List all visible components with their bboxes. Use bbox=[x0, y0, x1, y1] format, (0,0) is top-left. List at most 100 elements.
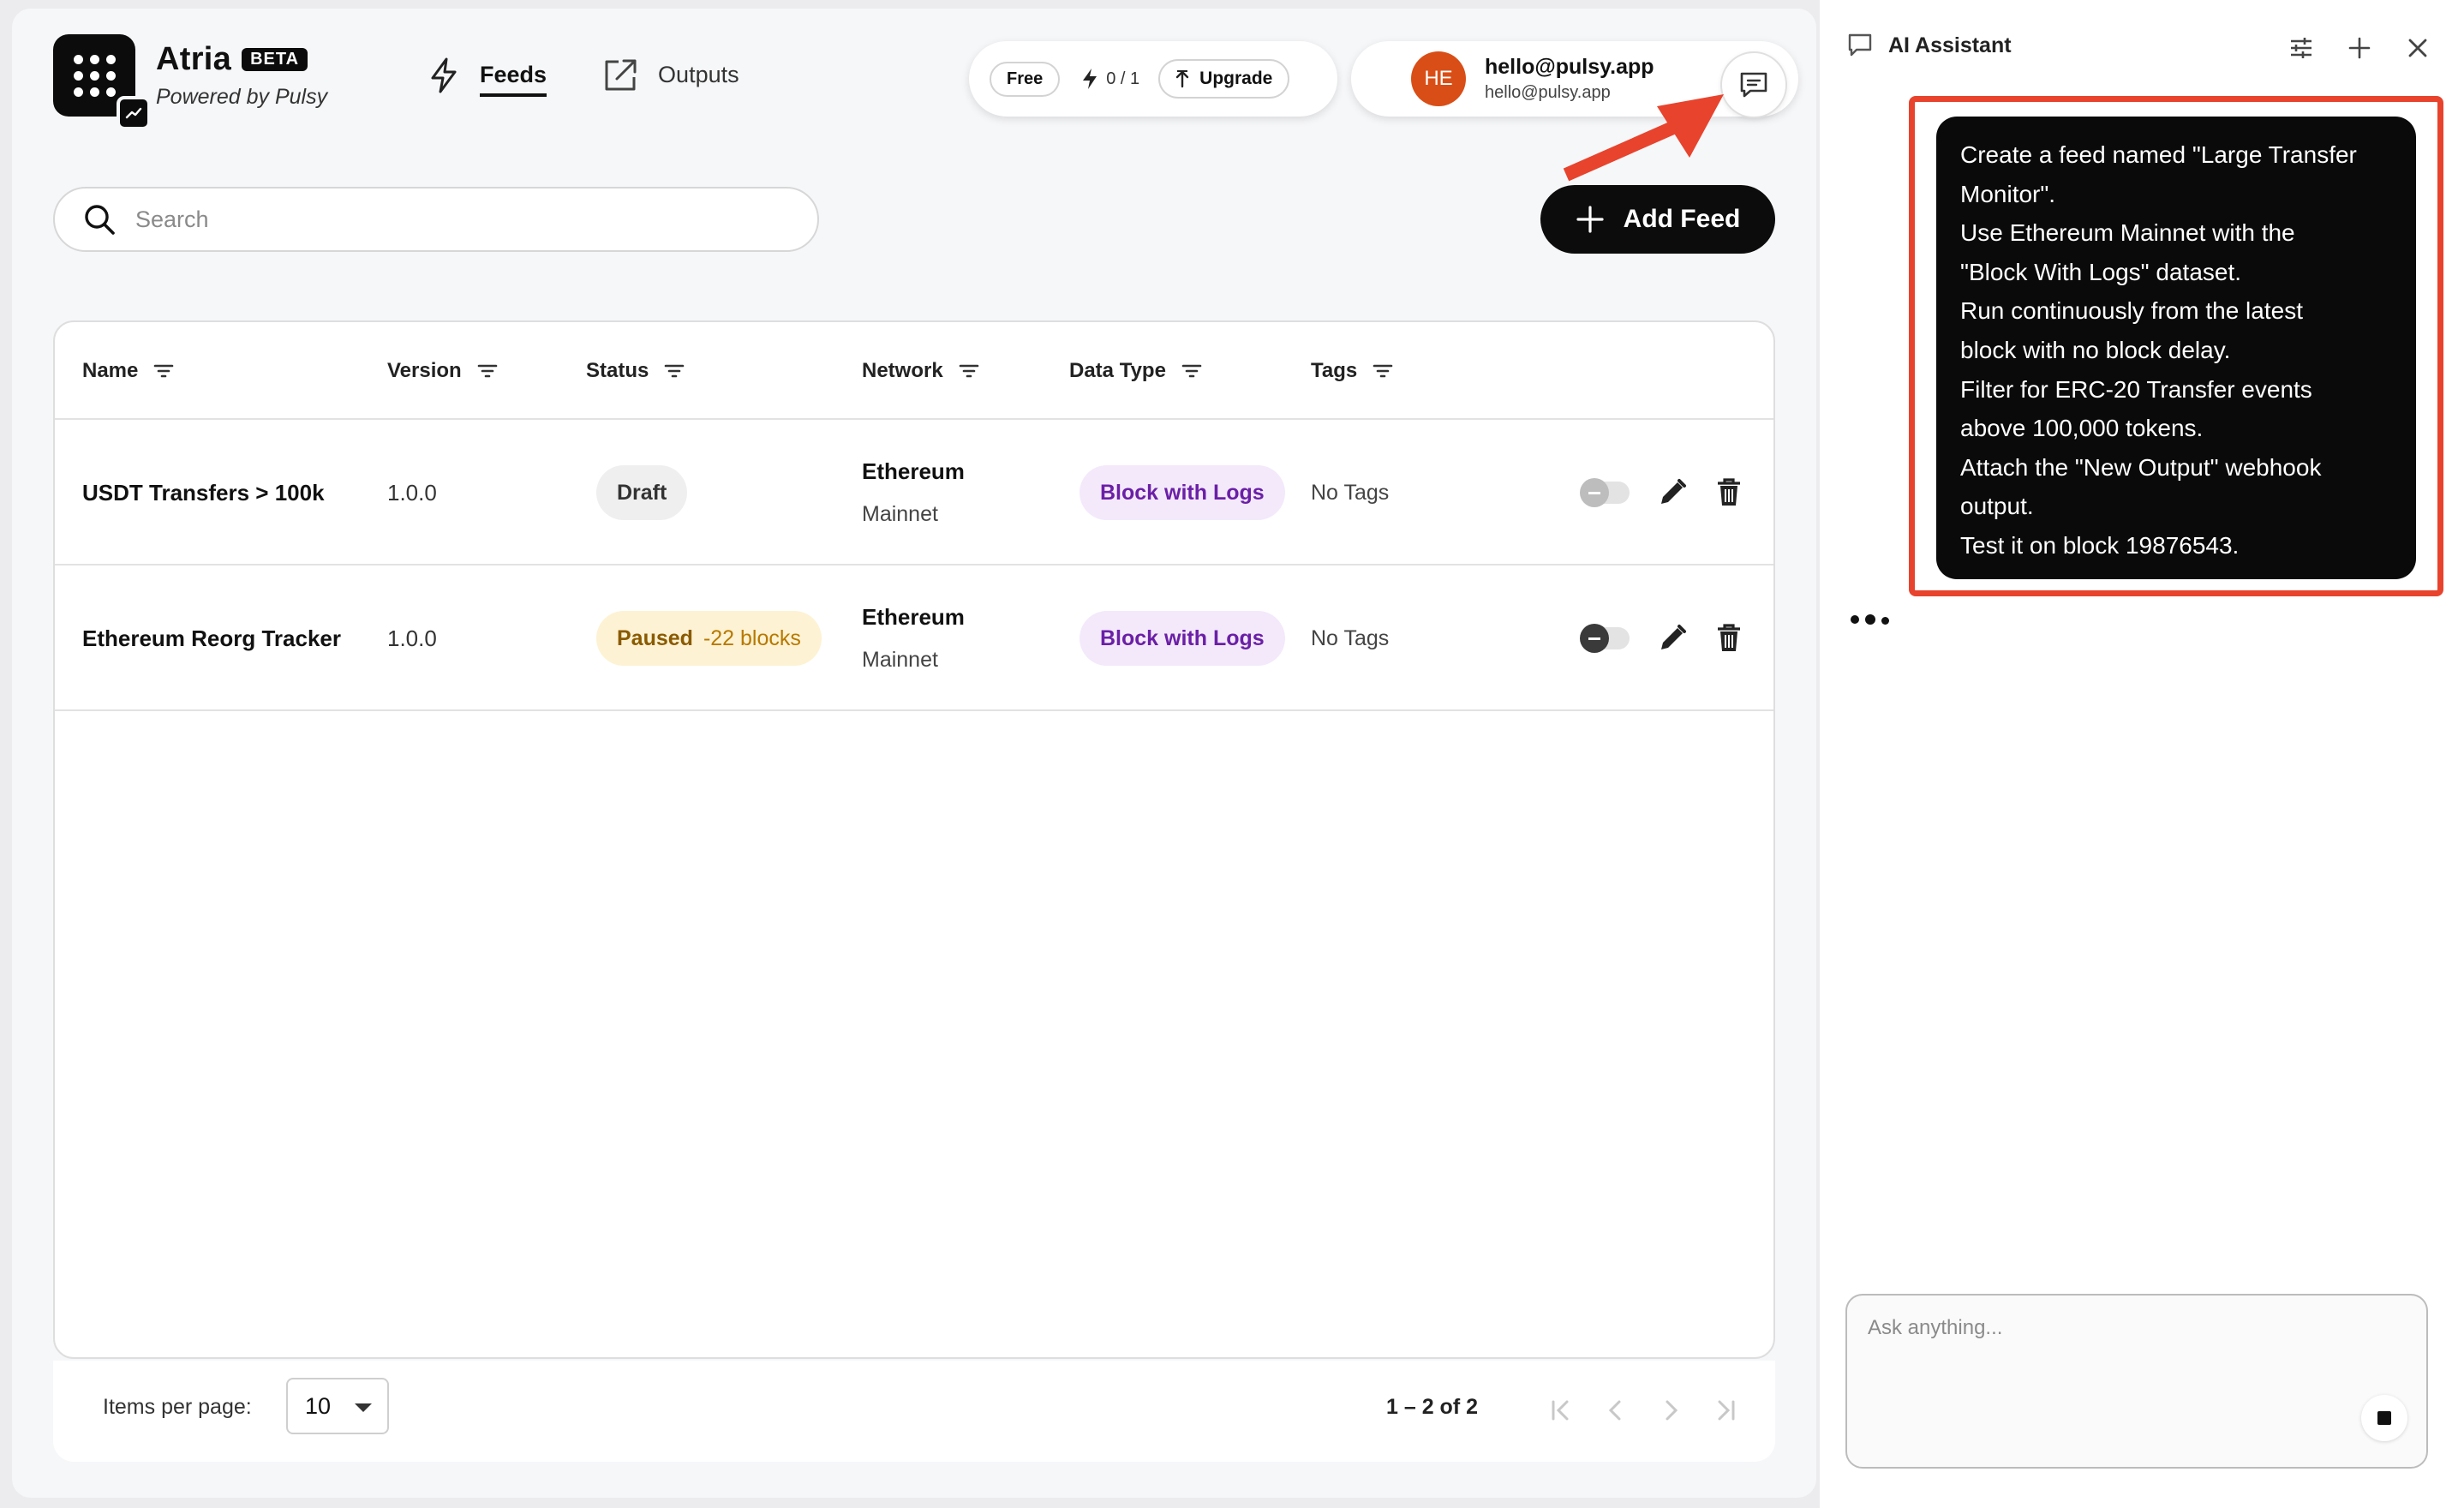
feed-tags: No Tags bbox=[1311, 480, 1390, 505]
feed-enabled-toggle[interactable] bbox=[1580, 624, 1630, 653]
status-badge: Draft bbox=[596, 465, 688, 520]
message-line: Attach the "New Output" webhook bbox=[1960, 453, 2322, 481]
app-panel: Atria BETA Powered by Pulsy Feeds Output… bbox=[12, 9, 1816, 1498]
add-feed-label: Add Feed bbox=[1623, 205, 1741, 233]
last-page-button[interactable] bbox=[1698, 1391, 1753, 1429]
feed-toggle-cell bbox=[1580, 420, 1630, 566]
edit-button[interactable] bbox=[1657, 566, 1688, 711]
message-line: block with no block delay. bbox=[1960, 336, 2231, 363]
close-icon bbox=[2408, 39, 2427, 57]
column-header-status[interactable]: Status bbox=[586, 322, 685, 420]
filter-lines-icon[interactable] bbox=[664, 362, 685, 380]
page-range: 1 – 2 of 2 bbox=[1386, 1395, 1478, 1419]
filter-lines-icon[interactable] bbox=[1181, 362, 1202, 380]
column-header-network[interactable]: Network bbox=[862, 322, 979, 420]
message-line: Test it on block 19876543. bbox=[1960, 531, 2240, 559]
filter-lines-icon[interactable] bbox=[477, 362, 498, 380]
message-line: "Block With Logs" dataset. bbox=[1960, 258, 2242, 285]
nav-outputs-label: Outputs bbox=[658, 62, 739, 87]
avatar: HE bbox=[1411, 51, 1466, 106]
message-line: Use Ethereum Mainnet with the bbox=[1960, 219, 2295, 247]
network-name: Ethereum bbox=[862, 458, 965, 484]
ai-assistant-panel: AI Assistant Create a feed named "Large … bbox=[1820, 0, 2464, 1508]
table-row[interactable]: Ethereum Reorg Tracker 1.0.0 Paused -22 … bbox=[55, 566, 1773, 711]
usage-counter: 0 / 1 bbox=[1080, 68, 1139, 90]
message-line: Monitor". bbox=[1960, 180, 2056, 207]
upgrade-button[interactable]: Upgrade bbox=[1158, 59, 1290, 99]
column-header-name[interactable]: Name bbox=[82, 322, 174, 420]
items-per-page-label: Items per page: bbox=[103, 1395, 252, 1419]
nav-feeds[interactable]: Feeds bbox=[427, 53, 547, 97]
chat-bubble-icon bbox=[1848, 33, 1872, 57]
plus-icon bbox=[1576, 206, 1604, 233]
brand[interactable]: Atria BETA Powered by Pulsy bbox=[53, 34, 327, 130]
delete-button[interactable] bbox=[1715, 420, 1743, 566]
user-message: Create a feed named "Large Transfer Moni… bbox=[1936, 117, 2416, 579]
pencil-icon bbox=[1661, 625, 1686, 649]
nav-feeds-label: Feeds bbox=[480, 62, 547, 97]
plan-tier-badge[interactable]: Free bbox=[990, 61, 1061, 97]
feed-enabled-toggle[interactable] bbox=[1580, 478, 1630, 507]
new-chat-button[interactable] bbox=[2330, 33, 2389, 63]
filter-lines-icon[interactable] bbox=[959, 362, 979, 380]
sliders-icon bbox=[2291, 38, 2311, 58]
table-row[interactable]: USDT Transfers > 100k 1.0.0 Draft Ethere… bbox=[55, 420, 1773, 566]
user-name: hello@pulsy.app bbox=[1485, 55, 1654, 79]
feed-toggle-cell bbox=[1580, 566, 1630, 711]
message-line: Create a feed named "Large Transfer bbox=[1960, 141, 2357, 168]
feed-data-type-cell: Block with Logs bbox=[1079, 566, 1285, 711]
trash-icon bbox=[1718, 478, 1740, 506]
feed-version: 1.0.0 bbox=[387, 625, 437, 651]
caret-down-icon bbox=[355, 1403, 372, 1412]
column-label: Name bbox=[82, 359, 139, 382]
plan-usage-pill: Free 0 / 1 Upgrade bbox=[969, 41, 1337, 117]
search-field[interactable] bbox=[53, 187, 819, 252]
search-icon bbox=[85, 205, 115, 235]
feed-status-cell: Paused -22 blocks bbox=[596, 566, 822, 711]
usage-value: 0 / 1 bbox=[1106, 69, 1140, 88]
edit-button[interactable] bbox=[1657, 420, 1688, 566]
filter-lines-icon[interactable] bbox=[1373, 362, 1393, 380]
trash-icon bbox=[1718, 624, 1740, 651]
app-logo bbox=[53, 34, 151, 130]
delete-button[interactable] bbox=[1715, 566, 1743, 711]
add-feed-button[interactable]: Add Feed bbox=[1540, 185, 1775, 254]
lightning-icon bbox=[1083, 69, 1097, 89]
column-header-data-type[interactable]: Data Type bbox=[1069, 322, 1202, 420]
feed-name[interactable]: Ethereum Reorg Tracker bbox=[82, 566, 341, 711]
stop-generation-button[interactable] bbox=[2361, 1395, 2407, 1441]
close-assistant-button[interactable] bbox=[2389, 33, 2447, 63]
status-label: Paused bbox=[617, 625, 693, 650]
filter-lines-icon[interactable] bbox=[153, 362, 174, 380]
beta-badge: BETA bbox=[242, 48, 308, 71]
nav-outputs[interactable]: Outputs bbox=[601, 57, 739, 94]
network-variant: Mainnet bbox=[862, 648, 938, 672]
network-variant: Mainnet bbox=[862, 502, 938, 526]
search-input[interactable] bbox=[135, 206, 786, 233]
next-page-button[interactable] bbox=[1643, 1391, 1698, 1429]
status-badge: Paused -22 blocks bbox=[596, 611, 822, 666]
previous-page-button[interactable] bbox=[1588, 1391, 1643, 1429]
grid-dots-icon bbox=[73, 54, 116, 97]
first-page-button[interactable] bbox=[1534, 1391, 1588, 1429]
pagination: Items per page: 10 1 – 2 of 2 bbox=[53, 1361, 1775, 1462]
chevron-right-icon bbox=[1666, 1400, 1678, 1421]
status-detail: -22 blocks bbox=[703, 625, 801, 650]
assistant-input-box[interactable] bbox=[1845, 1294, 2428, 1469]
column-label: Status bbox=[586, 359, 649, 382]
assistant-input[interactable] bbox=[1868, 1316, 2399, 1402]
column-label: Version bbox=[387, 359, 462, 382]
column-header-version[interactable]: Version bbox=[387, 322, 498, 420]
assistant-settings-button[interactable] bbox=[2272, 33, 2330, 63]
message-line: output. bbox=[1960, 493, 2034, 520]
upgrade-label: Upgrade bbox=[1199, 69, 1273, 88]
first-page-icon bbox=[1552, 1400, 1569, 1421]
assistant-actions bbox=[2272, 33, 2447, 63]
column-header-tags[interactable]: Tags bbox=[1311, 322, 1393, 420]
items-per-page-select[interactable]: 10 bbox=[286, 1378, 389, 1434]
feed-data-type-cell: Block with Logs bbox=[1079, 420, 1285, 566]
pencil-icon bbox=[1661, 479, 1686, 504]
feed-network: Ethereum Mainnet bbox=[862, 420, 965, 566]
feed-name[interactable]: USDT Transfers > 100k bbox=[82, 420, 325, 566]
typing-indicator bbox=[1851, 614, 1895, 625]
